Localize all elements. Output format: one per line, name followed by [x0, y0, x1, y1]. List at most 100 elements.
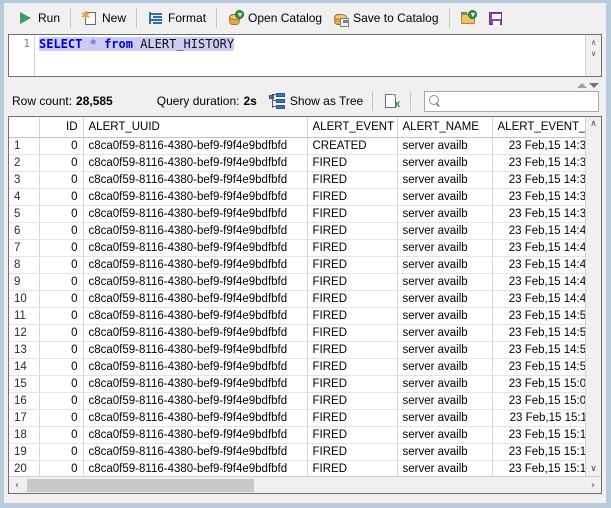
- cell-alert-event[interactable]: FIRED: [307, 409, 398, 427]
- cell-alert-event-date[interactable]: 23 Feb,15 15:04: [492, 375, 585, 393]
- table-row[interactable]: 2 0 c8ca0f59-8116-4380-bef9-f9f4e9bdfbfd FI…: [9, 154, 585, 172]
- table-row[interactable]: 4 0 c8ca0f59-8116-4380-bef9-f9f4e9bdfbfd FI…: [9, 188, 585, 206]
- cell-alert-event-date[interactable]: 23 Feb,15 15:16: [492, 443, 585, 461]
- cell-alert-name[interactable]: server availb: [397, 188, 493, 206]
- cell-alert-event-date[interactable]: 23 Feb,15 14:39: [492, 205, 585, 223]
- grid-scroll-area[interactable]: ID ALERT_UUID ALERT_EVENT ALERT_NAME ALE…: [9, 117, 585, 476]
- cell-alert-event[interactable]: FIRED: [307, 375, 398, 393]
- table-row[interactable]: 11 0 c8ca0f59-8116-4380-bef9-f9f4e9bdfbfd F…: [9, 307, 585, 325]
- collapse-up-icon[interactable]: [577, 83, 587, 88]
- cell-alert-event[interactable]: FIRED: [307, 222, 398, 240]
- table-row[interactable]: 18 0 c8ca0f59-8116-4380-bef9-f9f4e9bdfbfd F…: [9, 426, 585, 444]
- cell-alert-uuid[interactable]: c8ca0f59-8116-4380-bef9-f9f4e9bdfbfd: [83, 443, 308, 461]
- table-row[interactable]: 9 0 c8ca0f59-8116-4380-bef9-f9f4e9bdfbfd FI…: [9, 273, 585, 291]
- cell-alert-uuid[interactable]: c8ca0f59-8116-4380-bef9-f9f4e9bdfbfd: [83, 239, 308, 257]
- sql-editor[interactable]: 1 SELECT * from ALERT_HISTORY ∧ ∨: [8, 34, 602, 88]
- open-file-button[interactable]: [455, 6, 482, 31]
- cell-alert-event-date[interactable]: 23 Feb,15 14:37: [492, 171, 585, 189]
- cell-alert-event-date[interactable]: 23 Feb,15 14:47: [492, 290, 585, 308]
- row-number-cell[interactable]: 14: [9, 358, 40, 376]
- column-header-alert-uuid[interactable]: ALERT_UUID: [83, 117, 308, 138]
- cell-alert-name[interactable]: server availb: [397, 324, 493, 342]
- cell-id[interactable]: 0: [39, 324, 84, 342]
- cell-alert-event-date[interactable]: 23 Feb,15 14:42: [492, 222, 585, 240]
- cell-alert-name[interactable]: server availb: [397, 358, 493, 376]
- cell-alert-event-date[interactable]: 23 Feb,15 14:44: [492, 256, 585, 274]
- save-file-button[interactable]: [482, 6, 509, 31]
- cell-alert-event-date[interactable]: 23 Feb,15 14:46: [492, 273, 585, 291]
- cell-alert-name[interactable]: server availb: [397, 341, 493, 359]
- column-header-id[interactable]: ID: [39, 117, 84, 138]
- cell-alert-event-date[interactable]: 23 Feb,15 14:35: [492, 154, 585, 172]
- row-number-cell[interactable]: 18: [9, 426, 40, 444]
- format-button[interactable]: Format: [142, 6, 211, 31]
- cell-alert-event[interactable]: FIRED: [307, 307, 398, 325]
- cell-alert-name[interactable]: server availb: [397, 375, 493, 393]
- cell-alert-event[interactable]: FIRED: [307, 205, 398, 223]
- cell-alert-event[interactable]: FIRED: [307, 256, 398, 274]
- row-number-cell[interactable]: 12: [9, 324, 40, 342]
- cell-alert-name[interactable]: server availb: [397, 205, 493, 223]
- cell-alert-event-date[interactable]: 23 Feb,15 14:51: [492, 324, 585, 342]
- cell-id[interactable]: 0: [39, 375, 84, 393]
- cell-alert-name[interactable]: server availb: [397, 409, 493, 427]
- table-row[interactable]: 6 0 c8ca0f59-8116-4380-bef9-f9f4e9bdfbfd FI…: [9, 222, 585, 240]
- cell-alert-event-date[interactable]: 23 Feb,15 15:18: [492, 460, 585, 476]
- column-header-alert-name[interactable]: ALERT_NAME: [397, 117, 493, 138]
- grid-scroll-right-arrow[interactable]: ›: [585, 480, 601, 491]
- grid-scroll-up-arrow[interactable]: ∧: [590, 117, 597, 131]
- row-number-cell[interactable]: 7: [9, 239, 40, 257]
- show-as-tree-button[interactable]: Show as Tree: [265, 90, 367, 112]
- column-header-alert-event-date[interactable]: ALERT_EVENT_DATE: [492, 117, 585, 138]
- cell-id[interactable]: 0: [39, 222, 84, 240]
- table-row[interactable]: 20 0 c8ca0f59-8116-4380-bef9-f9f4e9bdfbfd F…: [9, 460, 585, 476]
- run-button[interactable]: Run: [12, 6, 65, 31]
- table-row[interactable]: 15 0 c8ca0f59-8116-4380-bef9-f9f4e9bdfbfd F…: [9, 375, 585, 393]
- cell-id[interactable]: 0: [39, 290, 84, 308]
- grid-hscroll-track[interactable]: [25, 478, 585, 493]
- row-number-cell[interactable]: 13: [9, 341, 40, 359]
- row-number-cell[interactable]: 4: [9, 188, 40, 206]
- cell-alert-event[interactable]: CREATED: [307, 137, 398, 155]
- cell-alert-event[interactable]: FIRED: [307, 392, 398, 410]
- cell-id[interactable]: 0: [39, 307, 84, 325]
- cell-alert-uuid[interactable]: c8ca0f59-8116-4380-bef9-f9f4e9bdfbfd: [83, 137, 308, 155]
- cell-alert-name[interactable]: server availb: [397, 460, 493, 476]
- cell-alert-event-date[interactable]: 23 Feb,15 14:43: [492, 239, 585, 257]
- cell-alert-name[interactable]: server availb: [397, 290, 493, 308]
- grid-vertical-scrollbar[interactable]: ∧ ∨: [585, 117, 601, 476]
- table-row[interactable]: 13 0 c8ca0f59-8116-4380-bef9-f9f4e9bdfbfd F…: [9, 341, 585, 359]
- table-row[interactable]: 8 0 c8ca0f59-8116-4380-bef9-f9f4e9bdfbfd FI…: [9, 256, 585, 274]
- cell-id[interactable]: 0: [39, 426, 84, 444]
- cell-alert-uuid[interactable]: c8ca0f59-8116-4380-bef9-f9f4e9bdfbfd: [83, 205, 308, 223]
- cell-alert-uuid[interactable]: c8ca0f59-8116-4380-bef9-f9f4e9bdfbfd: [83, 409, 308, 427]
- grid-scroll-down-arrow[interactable]: ∨: [590, 462, 597, 476]
- export-to-excel-button[interactable]: x: [378, 89, 405, 114]
- cell-alert-name[interactable]: server availb: [397, 392, 493, 410]
- cell-alert-uuid[interactable]: c8ca0f59-8116-4380-bef9-f9f4e9bdfbfd: [83, 324, 308, 342]
- cell-alert-event[interactable]: FIRED: [307, 273, 398, 291]
- cell-alert-event[interactable]: FIRED: [307, 154, 398, 172]
- cell-alert-name[interactable]: server availb: [397, 154, 493, 172]
- cell-alert-uuid[interactable]: c8ca0f59-8116-4380-bef9-f9f4e9bdfbfd: [83, 426, 308, 444]
- row-number-cell[interactable]: 1: [9, 137, 40, 155]
- cell-alert-event-date[interactable]: 23 Feb,15 15:14: [492, 426, 585, 444]
- cell-id[interactable]: 0: [39, 341, 84, 359]
- cell-alert-name[interactable]: server availb: [397, 443, 493, 461]
- cell-id[interactable]: 0: [39, 443, 84, 461]
- row-number-cell[interactable]: 6: [9, 222, 40, 240]
- table-row[interactable]: 16 0 c8ca0f59-8116-4380-bef9-f9f4e9bdfbfd F…: [9, 392, 585, 410]
- cell-id[interactable]: 0: [39, 205, 84, 223]
- row-number-cell[interactable]: 5: [9, 205, 40, 223]
- cell-alert-uuid[interactable]: c8ca0f59-8116-4380-bef9-f9f4e9bdfbfd: [83, 188, 308, 206]
- cell-alert-event-date[interactable]: 23 Feb,15 14:38: [492, 188, 585, 206]
- row-number-cell[interactable]: 16: [9, 392, 40, 410]
- row-number-cell[interactable]: 8: [9, 256, 40, 274]
- cell-alert-uuid[interactable]: c8ca0f59-8116-4380-bef9-f9f4e9bdfbfd: [83, 358, 308, 376]
- cell-id[interactable]: 0: [39, 188, 84, 206]
- cell-alert-event-date[interactable]: 23 Feb,15 14:59: [492, 358, 585, 376]
- cell-id[interactable]: 0: [39, 154, 84, 172]
- row-number-cell[interactable]: 10: [9, 290, 40, 308]
- cell-alert-event-date[interactable]: 23 Feb,15 14:35: [492, 137, 585, 155]
- grid-scroll-left-arrow[interactable]: ‹: [9, 480, 25, 491]
